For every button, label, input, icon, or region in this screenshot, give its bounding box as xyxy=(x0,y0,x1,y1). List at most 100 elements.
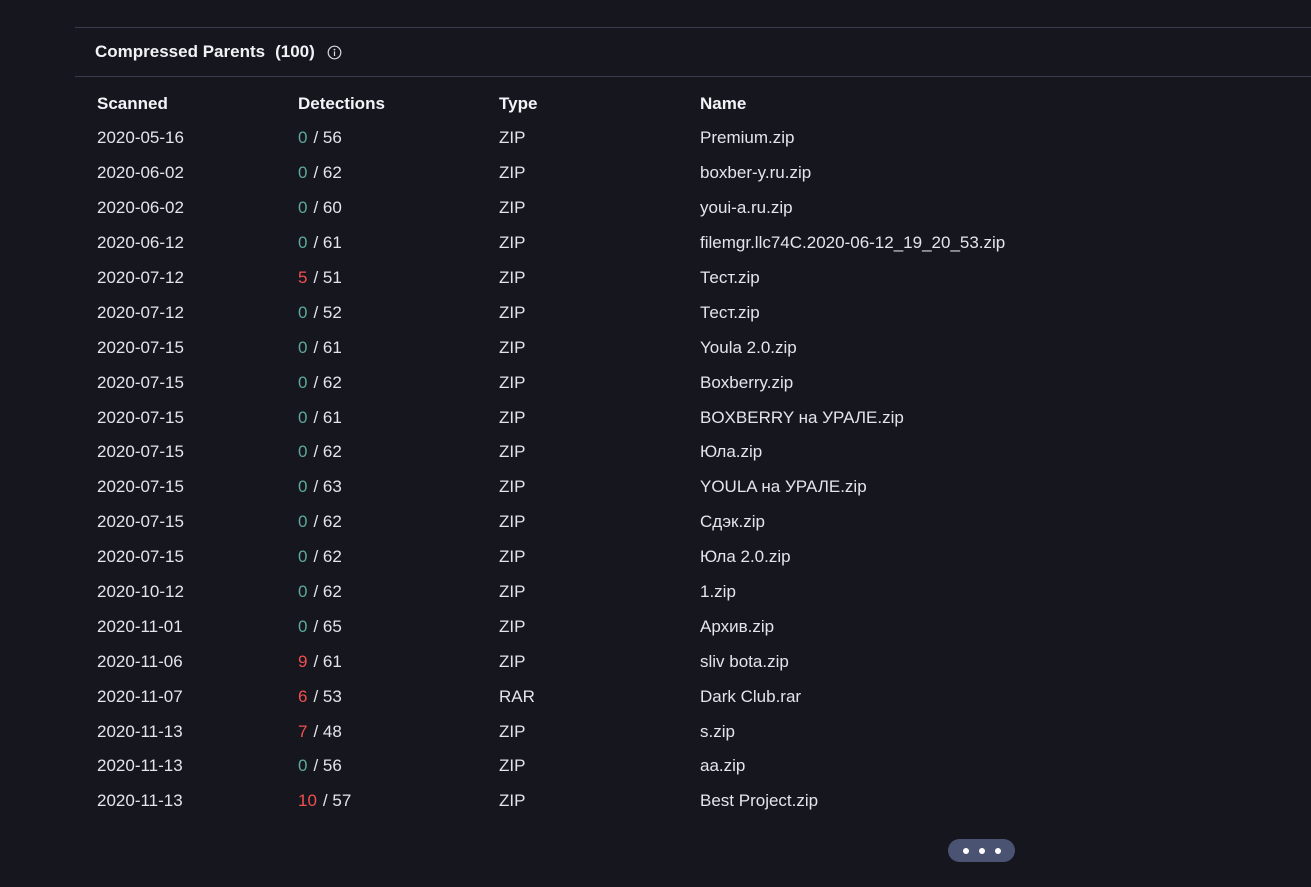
scanned-date: 2020-06-02 xyxy=(97,198,184,218)
column-header-detections[interactable]: Detections xyxy=(298,87,499,121)
detections-positives: 0 xyxy=(298,616,308,636)
load-more-button[interactable] xyxy=(948,839,1015,862)
file-name-link[interactable]: Юла 2.0.zip xyxy=(700,540,1200,575)
file-name-link[interactable]: Тест.zip xyxy=(700,295,1200,330)
file-name-link[interactable]: filemgr.llc74C.2020-06-12_19_20_53.zip xyxy=(700,226,1200,261)
table-row[interactable]: 2020-11-01 0/ 65 ZIP Архив.zip xyxy=(97,609,1200,644)
column-header-type[interactable]: Type xyxy=(499,87,700,121)
detections-cell: 0/ 62 xyxy=(298,365,499,400)
file-type: RAR xyxy=(499,686,535,706)
detections-cell: 0/ 65 xyxy=(298,609,499,644)
scanned-date: 2020-10-12 xyxy=(97,582,184,602)
detections-positives: 0 xyxy=(298,233,308,253)
detections-cell: 0/ 56 xyxy=(298,749,499,784)
table-row[interactable]: 2020-11-13 0/ 56 ZIP aa.zip xyxy=(97,749,1200,784)
file-type: ZIP xyxy=(499,616,526,636)
detections-cell: 0/ 62 xyxy=(298,435,499,470)
table-row[interactable]: 2020-06-02 0/ 60 ZIP youi-a.ru.zip xyxy=(97,191,1200,226)
file-name-link[interactable]: Юла.zip xyxy=(700,435,1200,470)
scanned-date: 2020-07-15 xyxy=(97,477,184,497)
detections-positives: 5 xyxy=(298,268,308,287)
table-body: 2020-05-16 0/ 56 ZIP Premium.zip 2020-06-02 0… xyxy=(97,121,1200,819)
table-row[interactable]: 2020-06-12 0/ 61 ZIP filemgr.llc74C.2020-06… xyxy=(97,226,1200,261)
column-header-scanned[interactable]: Scanned xyxy=(97,87,298,121)
scanned-date: 2020-07-15 xyxy=(97,547,184,567)
detections-cell: 0/ 62 xyxy=(298,540,499,575)
scanned-date: 2020-11-01 xyxy=(97,616,183,636)
file-type: ZIP xyxy=(499,547,526,567)
detections-total: / 51 xyxy=(313,268,342,287)
file-type: ZIP xyxy=(499,407,526,427)
file-name-link[interactable]: aa.zip xyxy=(700,749,1200,784)
table-row[interactable]: 2020-10-12 0/ 62 ZIP 1.zip xyxy=(97,575,1200,610)
detections-cell: 6/ 53 xyxy=(298,679,499,714)
detections-total: / 52 xyxy=(313,302,342,322)
file-name-link[interactable]: Dark Club.rar xyxy=(700,679,1200,714)
table-row[interactable]: 2020-07-12 5 / 51 ZIP Тест.zip xyxy=(97,261,1200,296)
detections-positives: 0 xyxy=(298,407,308,427)
file-name-link[interactable]: YOULA на УРАЛЕ.zip xyxy=(700,470,1200,505)
file-type: ZIP xyxy=(499,756,526,776)
table-row[interactable]: 2020-07-15 0/ 62 ZIP Boxberry.zip xyxy=(97,365,1200,400)
file-type: ZIP xyxy=(499,721,526,741)
detections-positives: 0 xyxy=(298,512,308,532)
file-name-link[interactable]: 1.zip xyxy=(700,575,1200,610)
file-type: ZIP xyxy=(499,512,526,532)
table-row[interactable]: 2020-07-15 0/ 61 ZIP BOXBERRY на УРАЛЕ.zip xyxy=(97,400,1200,435)
detections-positives: 0 xyxy=(298,163,308,183)
detections-total: / 56 xyxy=(313,128,342,148)
file-type: ZIP xyxy=(499,337,526,357)
scanned-date: 2020-11-07 xyxy=(97,686,183,706)
detections-positives: 10 xyxy=(298,791,317,811)
table-row[interactable]: 2020-11-13 10/ 57 ZIP Best Project.zip xyxy=(97,784,1200,819)
scanned-date: 2020-05-16 xyxy=(97,128,184,148)
file-name-link[interactable]: Best Project.zip xyxy=(700,784,1200,819)
file-name-link[interactable]: boxber-y.ru.zip xyxy=(700,156,1200,191)
file-name-link[interactable]: Youla 2.0.zip xyxy=(700,330,1200,365)
detections-positives: 0 xyxy=(298,756,308,776)
detections-total: / 62 xyxy=(313,372,342,392)
compressed-parents-table: Scanned Detections Type Name 2020-05-16 0… xyxy=(97,87,1200,819)
file-type: ZIP xyxy=(499,582,526,602)
table-row[interactable]: 2020-07-15 0/ 61 ZIP Youla 2.0.zip xyxy=(97,330,1200,365)
file-name-link[interactable]: BOXBERRY на УРАЛЕ.zip xyxy=(700,400,1200,435)
detections-positives: 0 xyxy=(298,477,308,497)
file-type: ZIP xyxy=(499,163,526,183)
detections-total: / 60 xyxy=(313,198,342,218)
table-row[interactable]: 2020-11-06 9/ 61 ZIP sliv bota.zip xyxy=(97,644,1200,679)
table-row[interactable]: 2020-06-02 0/ 62 ZIP boxber-y.ru.zip xyxy=(97,156,1200,191)
file-name-link[interactable]: sliv bota.zip xyxy=(700,644,1200,679)
detections-total: / 65 xyxy=(313,616,342,636)
detections-positives: 6 xyxy=(298,686,308,706)
table-row[interactable]: 2020-07-15 0/ 63 ZIP YOULA на УРАЛЕ.zip xyxy=(97,470,1200,505)
detections-cell: 0/ 60 xyxy=(298,191,499,226)
table-row[interactable]: 2020-07-15 0/ 62 ZIP Юла.zip xyxy=(97,435,1200,470)
file-name-link[interactable]: Premium.zip xyxy=(700,121,1200,156)
column-header-name[interactable]: Name xyxy=(700,87,1200,121)
file-name-link[interactable]: s.zip xyxy=(700,714,1200,749)
table-row[interactable]: 2020-07-15 0/ 62 ZIP Сдэк.zip xyxy=(97,505,1200,540)
file-name-link[interactable]: youi-a.ru.zip xyxy=(700,191,1200,226)
file-name-link[interactable]: Boxberry.zip xyxy=(700,365,1200,400)
scanned-date: 2020-06-12 xyxy=(97,233,184,253)
scanned-date: 2020-11-13 xyxy=(97,721,183,741)
scanned-date: 2020-07-15 xyxy=(97,372,184,392)
detections-positives: 7 xyxy=(298,721,308,741)
table-row[interactable]: 2020-11-07 6/ 53 RAR Dark Club.rar xyxy=(97,679,1200,714)
file-name-link[interactable]: Тест.zip xyxy=(700,261,1200,296)
file-name-link[interactable]: Архив.zip xyxy=(700,609,1200,644)
table-row[interactable]: 2020-07-12 0/ 52 ZIP Тест.zip xyxy=(97,295,1200,330)
file-type: ZIP xyxy=(499,477,526,497)
detections-positives: 9 xyxy=(298,651,308,671)
detections-positives: 0 xyxy=(298,372,308,392)
table-row[interactable]: 2020-05-16 0/ 56 ZIP Premium.zip xyxy=(97,121,1200,156)
table-row[interactable]: 2020-11-13 7/ 48 ZIP s.zip xyxy=(97,714,1200,749)
scanned-date: 2020-11-06 xyxy=(97,651,183,671)
table-row[interactable]: 2020-07-15 0/ 62 ZIP Юла 2.0.zip xyxy=(97,540,1200,575)
detections-cell: 0/ 63 xyxy=(298,470,499,505)
detections-total: / 62 xyxy=(313,547,342,567)
detections-positives: 0 xyxy=(298,442,308,462)
detections-cell: 7/ 48 xyxy=(298,714,499,749)
info-icon[interactable] xyxy=(327,45,342,60)
file-name-link[interactable]: Сдэк.zip xyxy=(700,505,1200,540)
